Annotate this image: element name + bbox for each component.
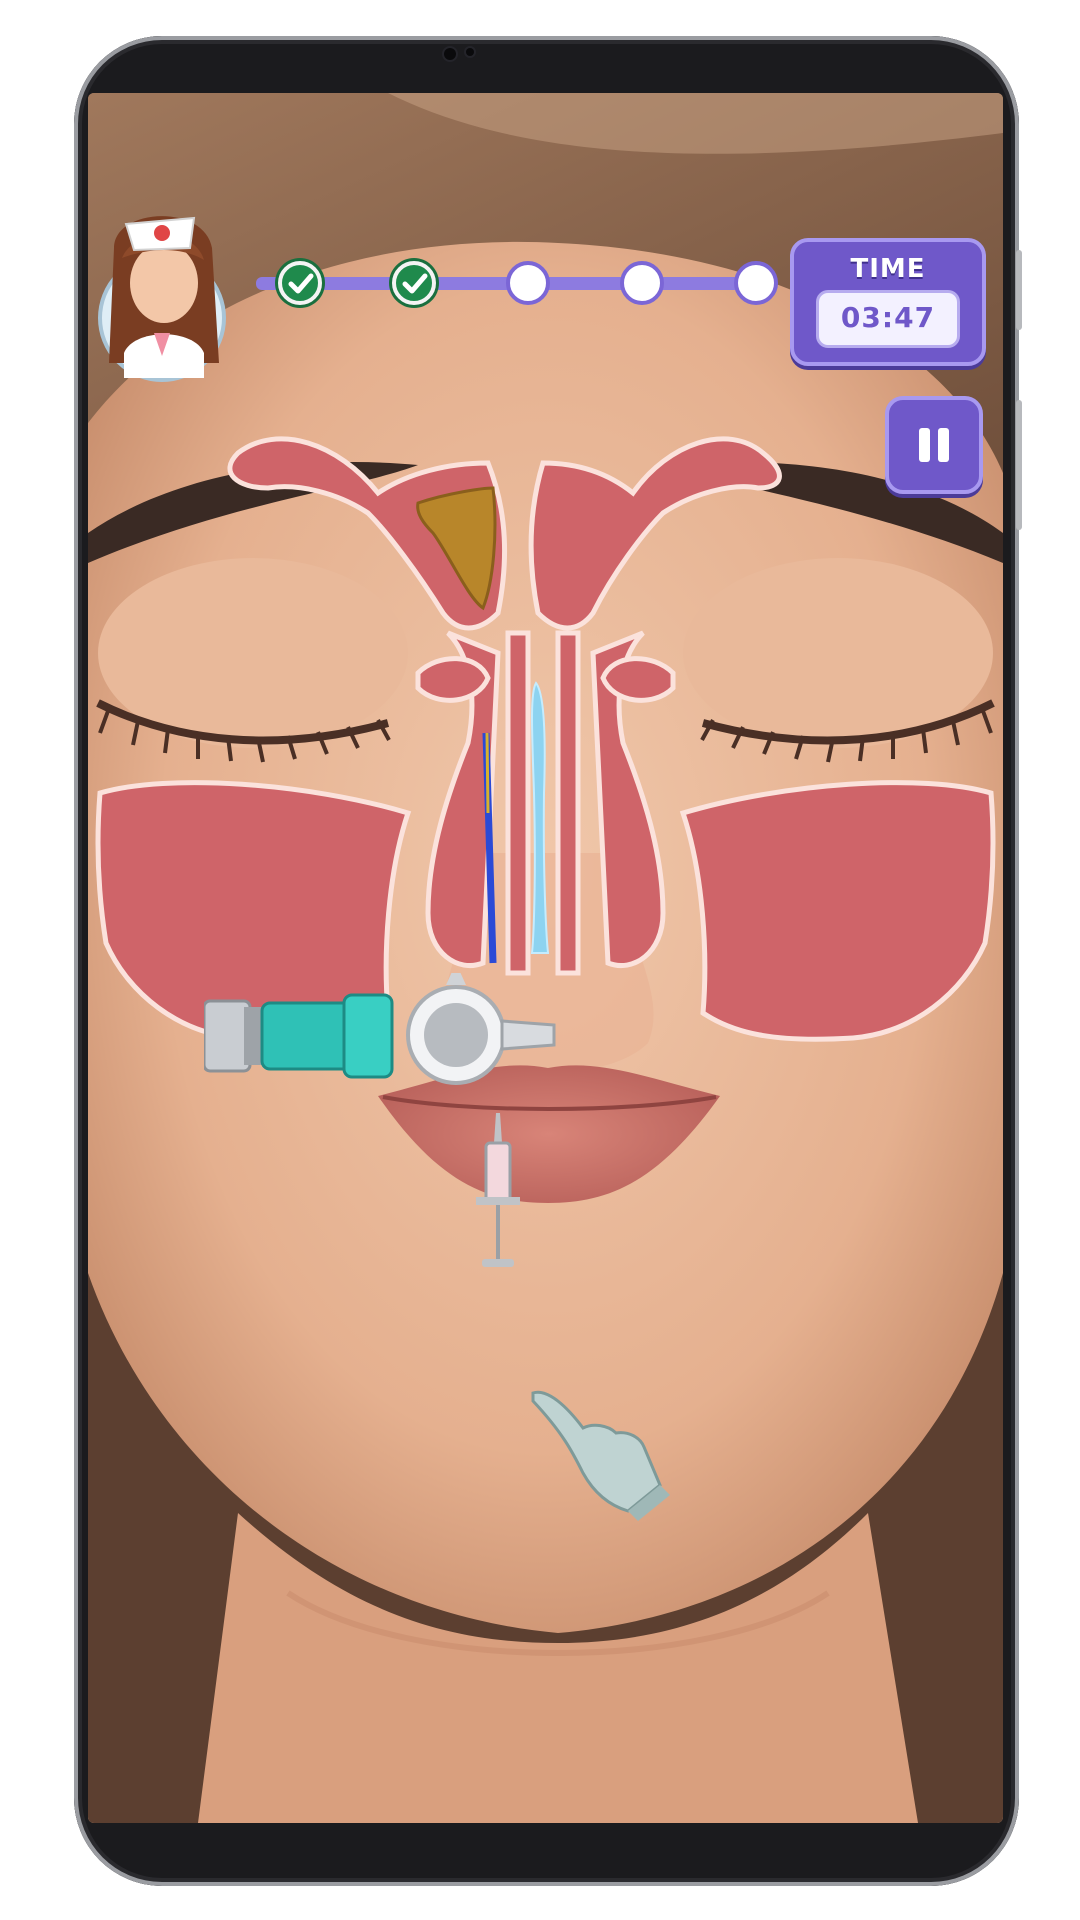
checkmark-icon xyxy=(288,273,314,294)
timer-display: 03:47 xyxy=(816,290,960,348)
progress-step-5 xyxy=(734,261,778,305)
progress-step-1 xyxy=(278,261,322,305)
irrigation-device[interactable] xyxy=(204,973,584,1113)
syringe[interactable] xyxy=(468,1113,528,1273)
front-sensor xyxy=(466,48,474,56)
pause-button[interactable] xyxy=(885,396,983,494)
pause-icon xyxy=(919,428,930,462)
step-progress-bar xyxy=(256,261,778,305)
nurse-avatar-icon xyxy=(98,216,226,382)
gloved-hand-icon xyxy=(531,1390,670,1521)
volume-button xyxy=(1016,250,1022,330)
timer-panel: TIME 03:47 xyxy=(790,238,986,366)
progress-step-2 xyxy=(392,261,436,305)
checkmark-icon xyxy=(402,273,428,294)
timer-label: TIME xyxy=(850,254,926,284)
progress-step-3 xyxy=(506,261,550,305)
progress-step-4 xyxy=(620,261,664,305)
timer-value: 03:47 xyxy=(840,301,936,334)
power-button xyxy=(1016,400,1022,530)
front-camera xyxy=(444,48,456,60)
game-screen: TIME 03:47 xyxy=(88,93,1003,1823)
